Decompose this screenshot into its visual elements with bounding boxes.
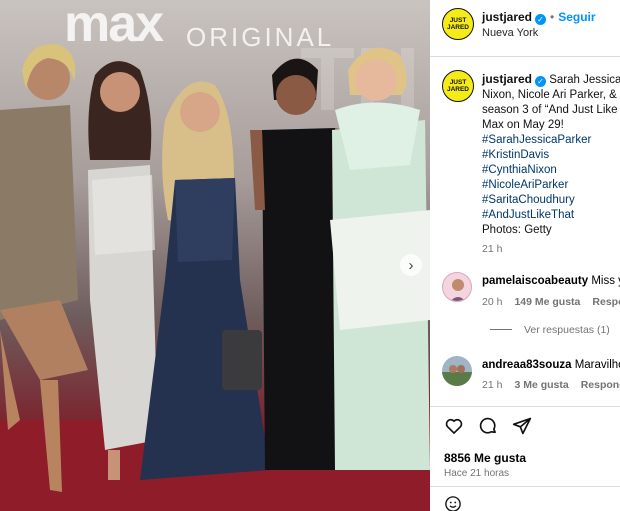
commenter-avatar[interactable] <box>442 272 472 302</box>
caption-time: 21 h <box>482 243 503 255</box>
hashtag-link[interactable]: #SarahJessicaParker <box>482 133 620 148</box>
caption-text-line: Nixon, Nicole Ari Parker, & <box>482 89 617 101</box>
separator-dot: • <box>550 10 555 24</box>
header-divider <box>430 56 620 57</box>
post-sidebar: JUST JARED justjared ✓ • Seguir Nueva York … <box>430 0 620 511</box>
comment-time: 21 h <box>482 379 503 391</box>
comment-body: Maravilho <box>574 359 620 371</box>
author-avatar[interactable]: JUST JARED <box>442 8 474 40</box>
share-icon[interactable] <box>512 416 532 436</box>
person-2 <box>88 61 158 480</box>
post-header: justjared ✓ • Seguir <box>482 10 596 25</box>
comment-body: Miss y <box>591 275 620 287</box>
heart-icon[interactable] <box>444 416 464 436</box>
hashtag-link[interactable]: #CynthiaNixon <box>482 163 620 178</box>
comment-reply-button[interactable]: Respond <box>592 296 620 308</box>
actions-divider <box>430 406 620 407</box>
photo-figures: TH <box>0 30 430 511</box>
hashtag-link[interactable]: #NicoleAriParker <box>482 178 620 193</box>
comment-text: pamelaiscoabeauty Miss y <box>482 275 620 287</box>
view-replies-button[interactable]: Ver respuestas (1) <box>490 324 610 336</box>
author-username[interactable]: justjared <box>482 10 532 24</box>
post-location[interactable]: Nueva York <box>482 27 538 39</box>
avatar-text-line2: JARED <box>446 24 470 31</box>
post-caption: justjared✓ Sarah Jessica P Nixon, Nicole… <box>482 72 620 257</box>
hashtag-link[interactable]: #KristinDavis <box>482 148 620 163</box>
commenter-avatar-image <box>442 365 472 386</box>
likes-count[interactable]: 8856 Me gusta <box>444 451 526 465</box>
caption-text-line: Sarah Jessica P <box>549 74 620 86</box>
comment-likes[interactable]: 149 Me gusta <box>514 296 580 308</box>
comment-username[interactable]: pamelaiscoabeauty <box>482 275 588 287</box>
verified-icon: ✓ <box>535 76 547 87</box>
verified-icon: ✓ <box>535 14 547 25</box>
person-3 <box>140 81 270 480</box>
comment-time: 20 h <box>482 296 503 308</box>
hashtag-link[interactable]: #AndJustLikeThat <box>482 208 620 223</box>
caption-text-line: season 3 of “And Just Like <box>482 104 618 116</box>
emoji-icon[interactable] <box>444 495 462 511</box>
comment-username[interactable]: andreaa83souza <box>482 359 572 371</box>
comment-text: andreaa83souza Maravilho <box>482 359 620 371</box>
comment-meta: 21 h 3 Me gusta Responder <box>482 379 620 391</box>
comment-meta: 20 h 149 Me gusta Respond <box>482 296 620 308</box>
chevron-right-icon: › <box>408 256 414 274</box>
comment-icon[interactable] <box>478 416 498 436</box>
comment-likes[interactable]: 3 Me gusta <box>514 379 568 391</box>
post-photo[interactable]: max ORIGINAL TH <box>0 0 430 511</box>
comment-reply-button[interactable]: Responder <box>581 379 620 391</box>
follow-button[interactable]: Seguir <box>558 10 595 24</box>
caption-credit: Photos: Getty <box>482 224 552 236</box>
post-actions <box>444 416 532 436</box>
commenter-avatar[interactable] <box>442 356 472 386</box>
avatar-text-line2: JARED <box>446 86 470 93</box>
avatar-text-line1: JUST <box>449 17 467 24</box>
caption-text-line: Max on May 29! <box>482 119 564 131</box>
avatar-text-line1: JUST <box>449 79 467 86</box>
caption-username[interactable]: justjared <box>482 72 532 86</box>
commenter-avatar-image <box>450 279 466 301</box>
caption-avatar[interactable]: JUST JARED <box>442 70 474 102</box>
post-timestamp[interactable]: Hace 21 horas <box>444 468 509 479</box>
footer-divider <box>430 486 620 487</box>
hashtag-link[interactable]: #SaritaChoudhury <box>482 193 620 208</box>
carousel-next-button[interactable]: › <box>400 254 422 276</box>
caption-first-line: justjared✓ Sarah Jessica P <box>482 72 620 88</box>
